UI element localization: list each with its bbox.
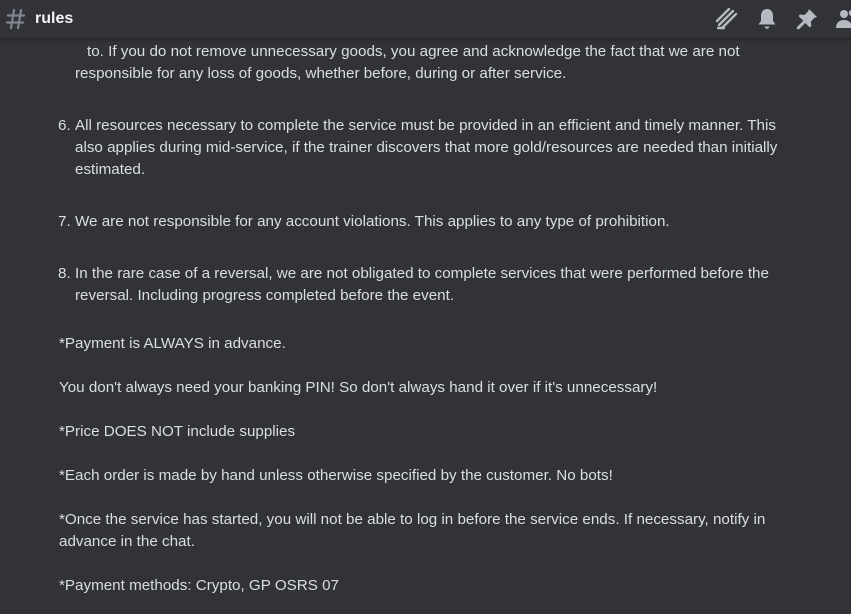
rule-7-text-line: We are not responsible for any account v… bbox=[75, 213, 670, 230]
channel-header: rules bbox=[0, 0, 851, 39]
rule-7-number: 7. bbox=[58, 213, 71, 230]
pin-icon[interactable] bbox=[795, 7, 819, 31]
channel-hash-icon bbox=[5, 8, 26, 30]
pin-note: You don't always need your banking PIN! … bbox=[59, 379, 658, 396]
channel-name: rules bbox=[35, 10, 74, 27]
rule-5-text-line: responsible for any loss of goods, wheth… bbox=[75, 65, 567, 82]
threads-icon[interactable] bbox=[715, 7, 739, 31]
rule-8-text-line: reversal. Including progress completed b… bbox=[75, 287, 455, 304]
rule-6-text-line: estimated. bbox=[75, 161, 146, 178]
bell-icon[interactable] bbox=[755, 7, 779, 31]
rule-6-text-line: All resources necessary to complete the … bbox=[75, 117, 776, 134]
handmade-note: *Each order is made by hand unless other… bbox=[59, 467, 613, 484]
login-note-line: *Once the service has started, you will … bbox=[59, 511, 766, 528]
payment-methods-note: *Payment methods: Crypto, GP OSRS 07 bbox=[59, 577, 339, 594]
rule-6-text-line: also applies during mid-service, if the … bbox=[75, 139, 778, 156]
price-note: *Price DOES NOT include supplies bbox=[59, 423, 296, 440]
members-icon[interactable] bbox=[835, 7, 851, 31]
rule-8-number: 8. bbox=[58, 265, 71, 282]
login-note-line: advance in the chat. bbox=[59, 533, 195, 550]
rule-6-number: 6. bbox=[58, 117, 71, 134]
payment-note: *Payment is ALWAYS in advance. bbox=[59, 335, 286, 352]
message-content: to. If you do not remove unnecessary goo… bbox=[0, 39, 851, 614]
rule-5-text-line: to. If you do not remove unnecessary goo… bbox=[87, 43, 740, 60]
rule-8-text-line: In the rare case of a reversal, we are n… bbox=[75, 265, 769, 282]
